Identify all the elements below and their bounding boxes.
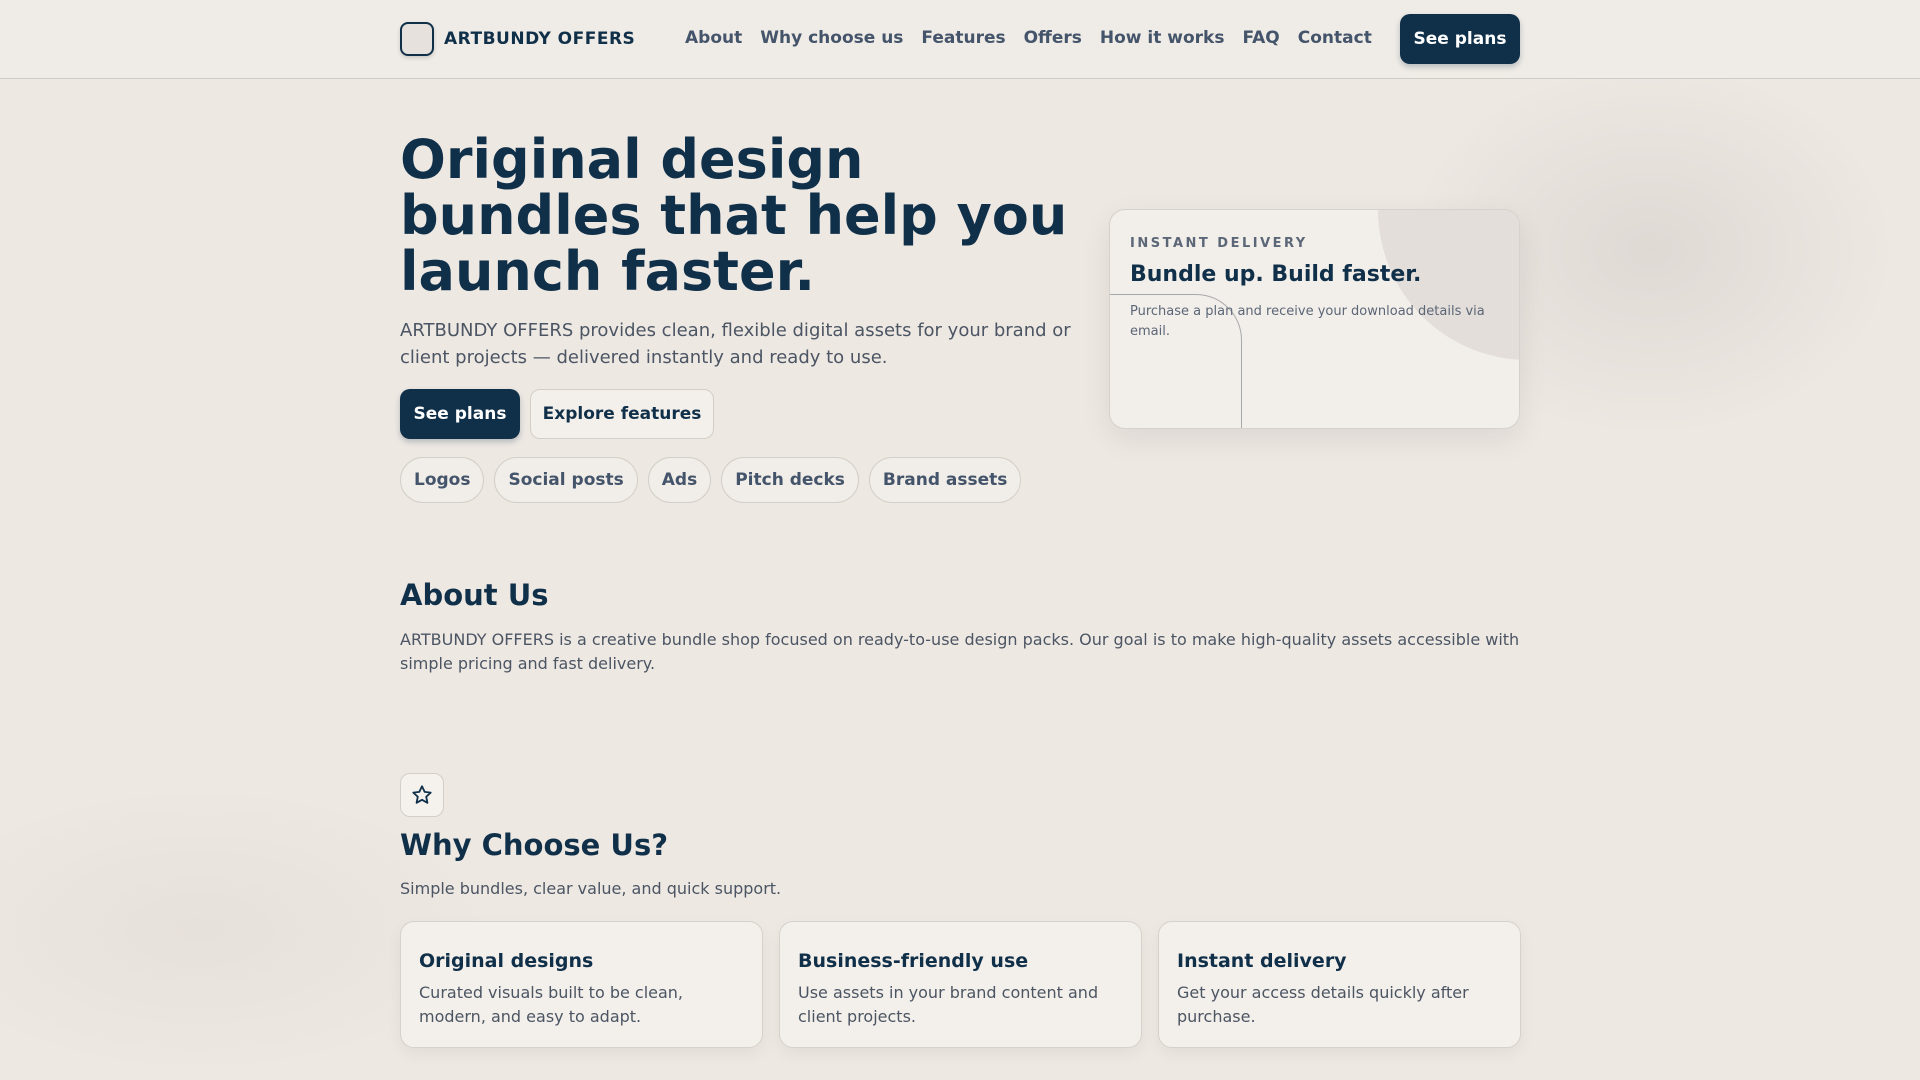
feature-card-title: Instant delivery <box>1177 950 1347 972</box>
feature-card: Instant delivery Get your access details… <box>1158 921 1521 1048</box>
why-title: Why Choose Us? <box>400 828 669 862</box>
nav-offers[interactable]: Offers <box>1024 28 1082 48</box>
chip-pitch-decks[interactable]: Pitch decks <box>721 457 859 503</box>
hero-title: Original design bundles that help you la… <box>400 128 1068 303</box>
card-eyebrow: INSTANT DELIVERY <box>1130 236 1308 251</box>
chip-social-posts[interactable]: Social posts <box>494 457 638 503</box>
chip-brand-assets[interactable]: Brand assets <box>868 457 1022 503</box>
why-subtitle: Simple bundles, clear value, and quick s… <box>400 879 782 898</box>
feature-card-text: Curated visuals built to be clean, moder… <box>419 983 684 1026</box>
feature-card-title: Original designs <box>419 950 594 972</box>
site-header: ARTBUNDY OFFERS About Why choose us Feat… <box>0 0 1920 79</box>
explore-features-button[interactable]: Explore features <box>530 389 714 439</box>
nav-features[interactable]: Features <box>921 28 1005 48</box>
hero-buttons: See plans Explore features <box>400 389 714 439</box>
brand-logo-link[interactable]: ARTBUNDY OFFERS <box>400 22 635 56</box>
brand-name: ARTBUNDY OFFERS <box>444 29 636 49</box>
chip-ads[interactable]: Ads <box>647 457 712 503</box>
star-icon <box>400 773 444 817</box>
why-cards: Original designs Curated visuals built t… <box>400 921 1521 1048</box>
header-see-plans-button[interactable]: See plans <box>1400 14 1520 64</box>
feature-card: Original designs Curated visuals built t… <box>400 921 763 1048</box>
feature-card-text: Use assets in your brand content and cli… <box>798 983 1099 1026</box>
instant-delivery-card: INSTANT DELIVERY Bundle up. Build faster… <box>1109 209 1520 429</box>
category-chips: Logos Social posts Ads Pitch decks Brand… <box>400 457 1031 503</box>
chip-logos[interactable]: Logos <box>400 457 485 503</box>
card-title: Bundle up. Build faster. <box>1130 262 1422 287</box>
nav-about[interactable]: About <box>685 28 742 48</box>
hero-subtitle: ARTBUNDY OFFERS provides clean, flexible… <box>400 320 1071 368</box>
nav-how-it-works[interactable]: How it works <box>1100 28 1225 48</box>
main-nav: About Why choose us Features Offers How … <box>685 28 1390 48</box>
nav-why-choose-us[interactable]: Why choose us <box>760 28 903 48</box>
about-title: About Us <box>400 578 549 612</box>
nav-faq[interactable]: FAQ <box>1242 28 1279 48</box>
feature-card-title: Business-friendly use <box>798 950 1029 972</box>
hero-see-plans-button[interactable]: See plans <box>400 389 520 439</box>
logo-mark-icon <box>400 22 434 56</box>
feature-card: Business-friendly use Use assets in your… <box>779 921 1142 1048</box>
about-text: ARTBUNDY OFFERS is a creative bundle sho… <box>400 630 1520 673</box>
feature-card-text: Get your access details quickly after pu… <box>1177 983 1469 1026</box>
card-text: Purchase a plan and receive your downloa… <box>1130 304 1485 339</box>
nav-contact[interactable]: Contact <box>1298 28 1372 48</box>
